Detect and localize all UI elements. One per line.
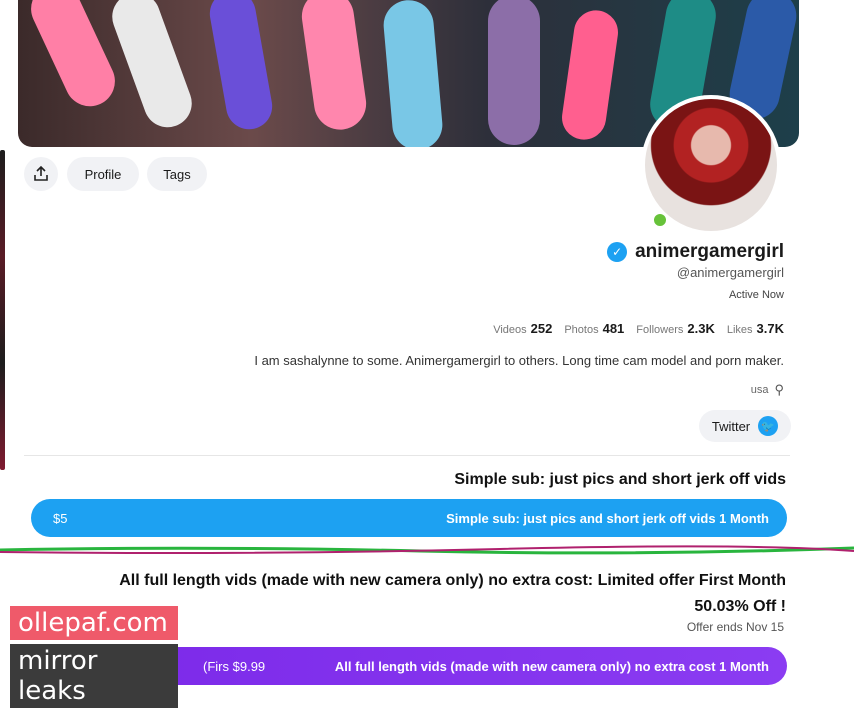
profile-stats: Videos 252 Photos 481 Followers 2.3K Likes 3… [493,321,784,336]
tags-button[interactable]: Tags [147,157,207,191]
share-icon [34,165,48,181]
tier-2-button-label: All full length vids (made with new came… [334,658,769,674]
tier-2-price-note: (Firs [203,658,229,674]
profile-button[interactable]: Profile [67,157,139,191]
tier-2-discount: 50.03% Off ! [694,598,786,615]
watermark-line-2: mirror leaks [10,644,178,708]
display-name: animergamergirl [635,241,784,262]
tier-2-title: All full length vids (made with new came… [119,572,786,589]
profile-name-row: ✓ animergamergirl [607,241,784,263]
profile-button-label: Profile [84,166,122,182]
location-text: usa [750,384,769,396]
tags-button-label: Tags [163,166,191,182]
scribble-lines [0,545,854,555]
online-status-dot [652,212,668,228]
location-pin-icon: ⚲ [774,382,784,397]
twitter-label: Twitter [711,418,751,434]
tier-1-title: Simple sub: just pics and short jerk off… [454,471,786,488]
twitter-link[interactable]: Twitter 🐦 [699,410,791,442]
left-edge-strip [0,150,5,470]
tier-1-price: $5 [53,510,68,526]
tier-2-price: $9.99 [232,658,266,674]
profile-bio: I am sashalynne to some. Animergamergirl… [254,353,784,368]
tier-2-offer-ends: Offer ends Nov 15 [686,620,784,634]
tier-1-button-label: Simple sub: just pics and short jerk off… [446,510,769,526]
activity-status: Active Now [728,289,784,301]
watermark-line-1: ollepaf.com [10,606,178,640]
twitter-bird-icon: 🐦 [758,416,779,436]
stat-photos: Photos 481 [564,321,625,336]
stat-likes: Likes 3.7K [726,321,784,336]
profile-handle[interactable]: @animergamergirl [677,265,784,280]
share-button[interactable] [24,157,58,191]
section-divider [24,455,790,456]
verified-badge-icon: ✓ [607,242,628,262]
stat-videos: Videos 252 [493,321,553,336]
tier-1-subscribe-button[interactable]: $5 Simple sub: just pics and short jerk … [31,499,787,537]
profile-location: usa ⚲ [751,382,784,398]
stat-followers: Followers 2.3K [636,321,715,336]
